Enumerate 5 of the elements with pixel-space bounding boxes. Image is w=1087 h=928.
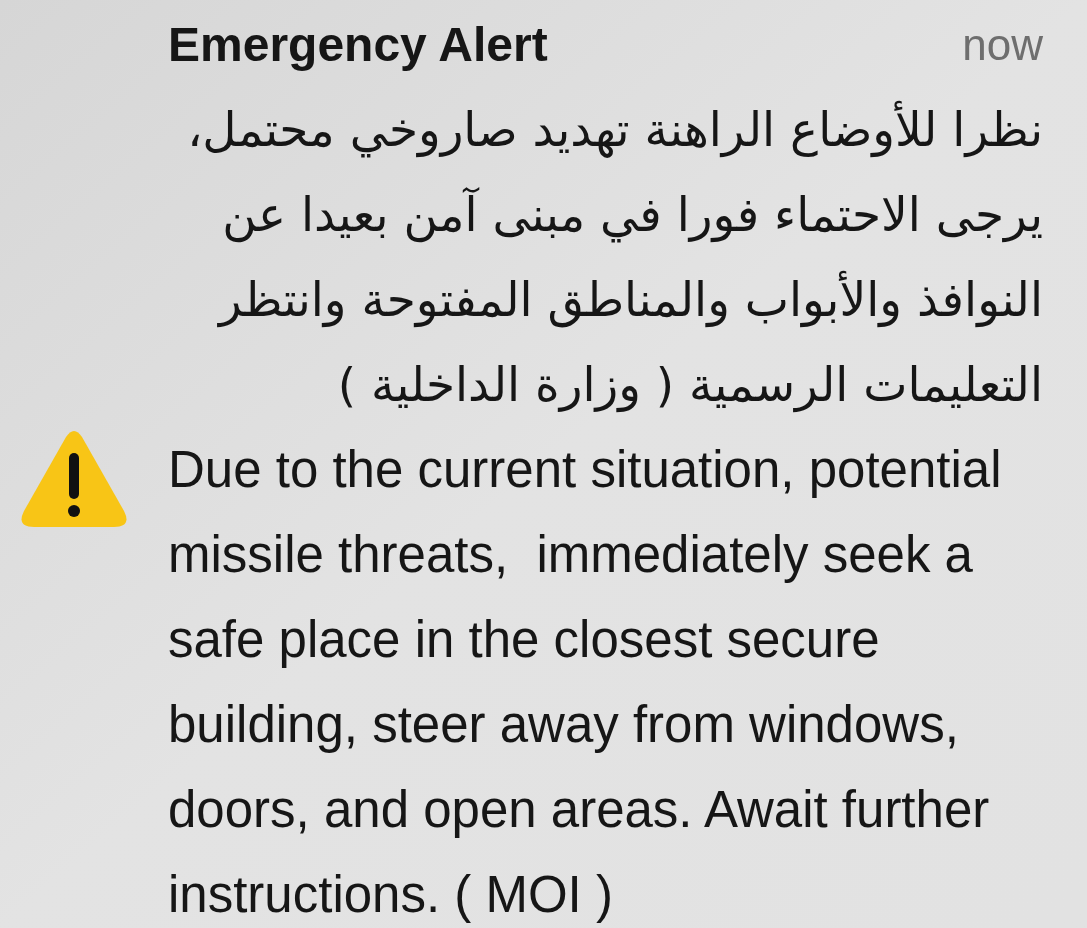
alert-title: Emergency Alert xyxy=(168,17,548,73)
arabic-message: نظرا للأوضاع الراهنة تهديد صاروخي محتمل، يرجى الاحتماء فورا في مبنى آمن بعيدا عن النوافذ والأبواب والمناطق المفتوحة وانتظر التعليمات الرسمية ( وزارة الداخلية ) xyxy=(187,99,1043,415)
alert-time: now xyxy=(962,19,1043,71)
warning-icon xyxy=(20,429,128,529)
english-message: Due to the current situation, potential missile threats, immediately seek a safe place in the closest secure building, steer away from windows, doors, and open areas. Await further instructions. ( MOI ) xyxy=(168,440,1002,925)
